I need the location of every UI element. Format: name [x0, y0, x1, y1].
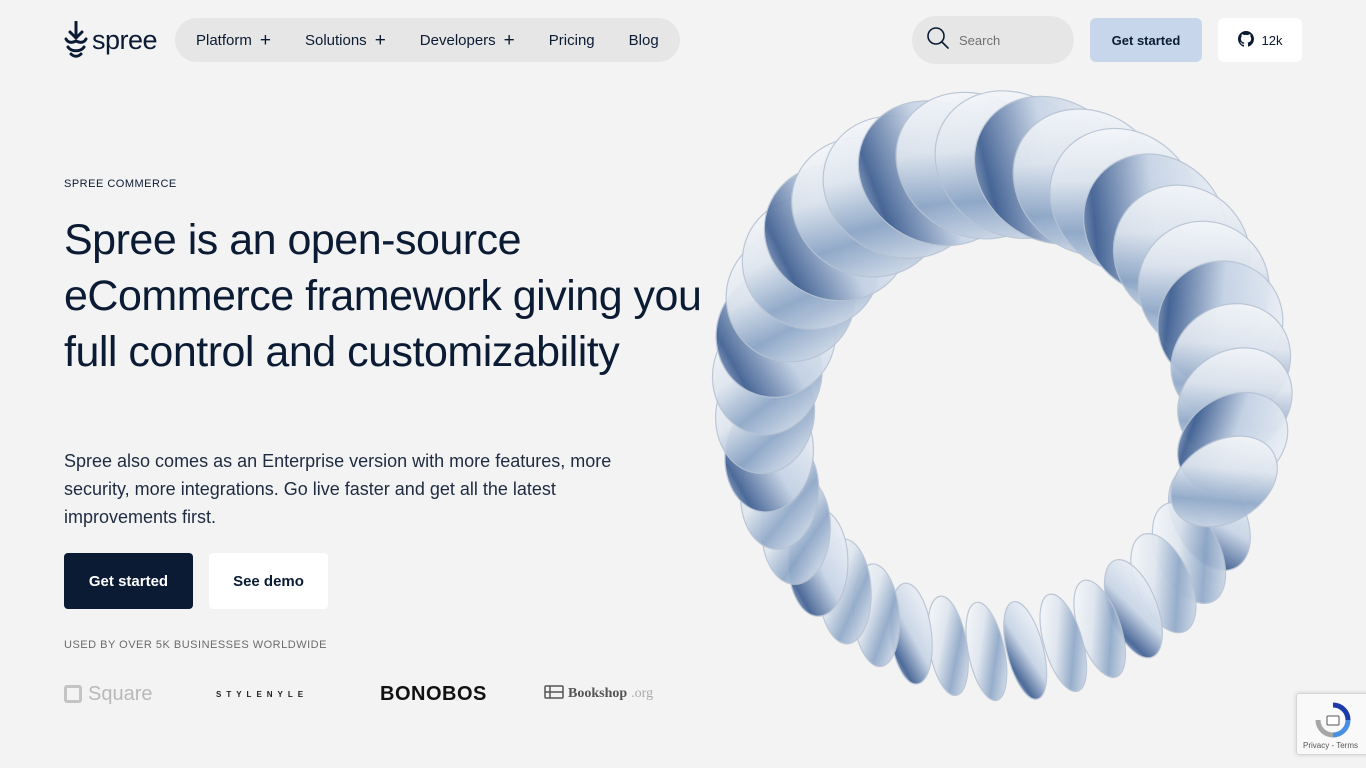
- github-stars-button[interactable]: 12k: [1218, 18, 1302, 62]
- github-star-count: 12k: [1261, 32, 1283, 48]
- plus-icon: +: [259, 29, 271, 51]
- github-icon: [1237, 30, 1254, 50]
- nav-item-solutions[interactable]: Solutions +: [305, 31, 386, 50]
- header-get-started-button[interactable]: Get started: [1090, 18, 1202, 62]
- square-logo: Square: [64, 672, 153, 716]
- customer-logos: Square STYLENYLE BONOBOS Bookshop .org: [64, 672, 664, 716]
- plus-icon: +: [503, 29, 515, 51]
- bookshop-logo-text: Bookshop: [568, 686, 628, 701]
- nav-label: Developers: [419, 31, 496, 49]
- hero-eyebrow: SPREE COMMERCE: [64, 178, 177, 190]
- glass-ring-discs: [711, 90, 1293, 702]
- recaptcha-icon: [1315, 702, 1351, 743]
- nav-item-developers[interactable]: Developers +: [420, 31, 515, 50]
- recaptcha-privacy-link[interactable]: Privacy: [1303, 741, 1329, 750]
- search-icon: [926, 26, 950, 55]
- nav-label: Pricing: [548, 31, 595, 49]
- site-header: spree Platform + Solutions + Developers …: [0, 0, 1366, 80]
- hero-glass-ring-illustration: [700, 78, 1310, 738]
- glass-ring-art: [711, 90, 1293, 702]
- square-logo-icon: [64, 685, 82, 703]
- book-icon: [544, 684, 564, 705]
- hero-headline: Spree is an open-source eCommerce framew…: [64, 216, 702, 376]
- search-box[interactable]: [912, 16, 1074, 64]
- nav-label: Platform: [196, 31, 252, 49]
- square-logo-text: Square: [88, 682, 153, 705]
- bonobos-logo: BONOBOS: [380, 682, 487, 705]
- bookshop-logo: Bookshop .org: [544, 672, 653, 716]
- hero-subtext: Spree also comes as an Enterprise versio…: [64, 451, 612, 527]
- spree-logo-icon: [64, 21, 88, 59]
- hero-get-started-button[interactable]: Get started: [64, 553, 193, 609]
- main-nav: Platform + Solutions + Developers + Pric…: [175, 18, 680, 62]
- logo-wordmark: spree: [92, 24, 158, 55]
- stylenyle-logo: STYLENYLE: [216, 689, 309, 699]
- used-by-label: USED BY OVER 5K BUSINESSES WORLDWIDE: [64, 639, 327, 651]
- nav-label: Solutions: [304, 31, 367, 49]
- nav-item-pricing[interactable]: Pricing: [549, 32, 595, 49]
- nav-item-platform[interactable]: Platform +: [196, 31, 271, 50]
- recaptcha-links: Privacy - Terms: [1303, 741, 1358, 750]
- see-demo-button[interactable]: See demo: [209, 553, 328, 609]
- nav-item-blog[interactable]: Blog: [629, 32, 659, 49]
- spree-logo[interactable]: spree: [64, 20, 158, 60]
- bookshop-logo-suffix: .org: [631, 686, 654, 701]
- recaptcha-badge[interactable]: Privacy - Terms: [1296, 693, 1366, 755]
- plus-icon: +: [374, 29, 386, 51]
- recaptcha-terms-link[interactable]: Terms: [1336, 741, 1358, 750]
- nav-label: Blog: [628, 31, 659, 49]
- search-input[interactable]: [959, 32, 1059, 48]
